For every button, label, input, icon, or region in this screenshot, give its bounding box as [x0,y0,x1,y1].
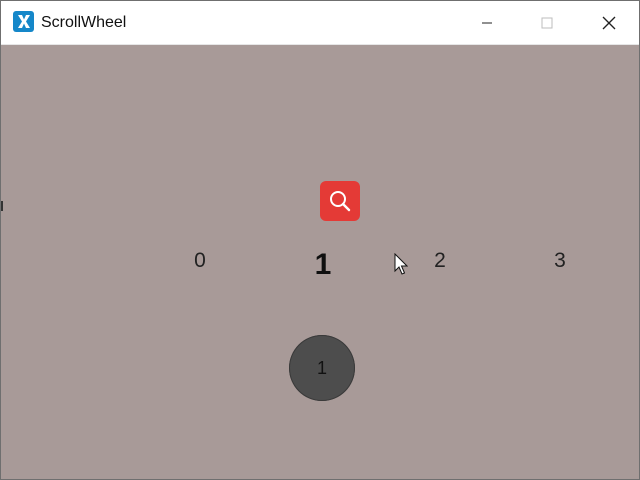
value-indicator-button[interactable]: 1 [289,335,355,401]
app-x-icon [13,11,34,32]
title-bar[interactable]: ScrollWheel [1,1,639,45]
search-button[interactable] [320,181,360,221]
search-icon [330,191,351,212]
mouse-cursor-icon [394,253,408,275]
indicator-value: 1 [316,357,327,378]
app-window: ScrollWheel 0 1 2 3 1 [0,0,640,480]
minimize-button[interactable] [464,1,510,44]
wheel-item-2[interactable]: 2 [425,249,455,273]
edge-marker [1,201,3,211]
minimize-icon [482,22,492,23]
close-button[interactable] [586,1,632,44]
wheel-item-0[interactable]: 0 [185,249,215,273]
close-icon [602,16,616,29]
maximize-icon [541,17,553,28]
window-title: ScrollWheel [41,14,127,31]
maximize-button[interactable] [524,1,570,44]
wheel-item-3[interactable]: 3 [545,249,575,273]
wheel-item-selected[interactable]: 1 [308,249,338,281]
content-area: 0 1 2 3 1 [1,45,639,479]
